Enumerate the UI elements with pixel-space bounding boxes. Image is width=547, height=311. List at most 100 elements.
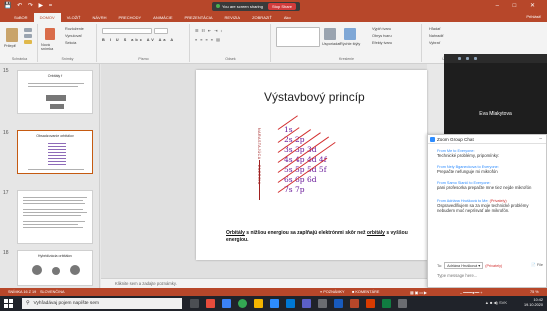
tab-review[interactable]: REVIZIA	[219, 13, 247, 22]
slide-thumbnail[interactable]	[17, 190, 93, 244]
slide-title[interactable]: Výstavbový princíp	[264, 90, 365, 104]
slides-group: Nová snímka Rozloženie Vynulovať Sekcia …	[39, 24, 97, 62]
font-format-buttons[interactable]: B I U S abc AV Aa A	[102, 38, 175, 42]
chat-minimize-button[interactable]: –	[539, 136, 542, 142]
chat-message: From Samo Slanič to Everyone: pani profe…	[437, 181, 545, 190]
list-buttons[interactable]: ☰ ☷ ⇤ ⇥ ↕	[195, 28, 223, 33]
system-tray-icons[interactable]: ▲ ■ ◀) SVK	[485, 300, 507, 305]
quick-access-toolbar[interactable]: 💾 ↶ ↷ ▶ =	[4, 2, 54, 9]
new-slide-button[interactable]: Nová snímka	[41, 43, 61, 52]
app-icon[interactable]	[366, 299, 375, 308]
vertical-label-increasing: NARASTAJÚCA	[257, 128, 261, 160]
new-slide-icon[interactable]	[45, 28, 55, 40]
chat-message-input[interactable]	[437, 271, 537, 279]
notes-placeholder[interactable]: Kliknite sem a zadajte poznámky.	[115, 281, 177, 286]
file-button[interactable]: 📄 File	[531, 262, 543, 267]
slide-thumbnail[interactable]: Orbitály f	[17, 70, 93, 114]
reset-button[interactable]: Vynulovať	[65, 34, 82, 38]
slide-thumbnail-selected[interactable]: Obsadzovanie orbitálov	[17, 130, 93, 174]
notes-pane[interactable]: Kliknite sem a zadajte poznámky.	[101, 278, 427, 288]
thumbnail-figure	[48, 143, 66, 165]
teams-icon[interactable]	[302, 299, 311, 308]
tab-tell-me[interactable]: Ako	[278, 13, 297, 22]
shape-outline-button[interactable]: Obrys tvaru	[372, 34, 392, 38]
zoom-group-chat: Zoom Group Chat – From Me to Everyone: T…	[427, 134, 547, 288]
zoom-slider[interactable]: – ━━━━●━━ +	[460, 290, 482, 295]
shape-effects-button[interactable]: Efekty tvaru	[372, 41, 392, 45]
layout-button[interactable]: Rozloženie	[65, 27, 84, 31]
task-view-icon[interactable]	[190, 299, 199, 308]
chrome-icon[interactable]	[238, 299, 247, 308]
slide-number: 17	[3, 190, 9, 196]
file-explorer-icon[interactable]	[254, 299, 263, 308]
stop-share-button[interactable]: Stop Share	[268, 3, 297, 10]
find-button[interactable]: Hľadať	[429, 27, 441, 31]
current-slide[interactable]: Výstavbový princíp NARASTAJÚCA ENERGIA 1…	[196, 70, 427, 260]
format-painter-icon[interactable]	[24, 40, 32, 44]
edge-icon[interactable]	[222, 299, 231, 308]
view-icon[interactable]	[466, 57, 469, 60]
shape-fill-button[interactable]: Výplň tvaru	[372, 27, 391, 31]
thumbnail-title: Orbitály f	[47, 74, 63, 78]
thumbnail-text-line	[23, 197, 87, 198]
taskbar-search[interactable]: ⚲ Vyhľadávaj pojem napíšte sem	[22, 298, 182, 309]
zoom-video-panel[interactable]: Eva Mlakytova	[444, 54, 547, 134]
tab-design[interactable]: NÁVRH	[86, 13, 112, 22]
paragraph-group-label: Odsek	[225, 57, 236, 61]
section-button[interactable]: Sekcia	[65, 41, 76, 45]
windows-start-icon[interactable]	[4, 299, 13, 308]
app-icon[interactable]	[398, 299, 407, 308]
message-text: Ospravedlňujem sa za moje technické prob…	[437, 203, 529, 214]
slide-number: 16	[3, 130, 9, 136]
word-icon[interactable]	[334, 299, 343, 308]
slide-thumbnail[interactable]: Hybridizácia orbitálov	[17, 250, 93, 286]
select-button[interactable]: Vybrať	[429, 41, 440, 45]
paste-icon[interactable]	[6, 28, 18, 42]
view-icon[interactable]	[474, 57, 477, 60]
cut-icon[interactable]	[24, 28, 32, 32]
message-text: Prepačte nefunguje mi mikrofón	[437, 169, 498, 174]
font-size-select[interactable]	[154, 28, 168, 34]
view-icon[interactable]	[458, 57, 461, 60]
ribbon-tabs: SúBOR DOMOV VLOŽiŤ NÁVRH PRECHODY ANIMÁC…	[0, 12, 547, 22]
quick-styles-icon[interactable]	[344, 28, 356, 40]
window-controls[interactable]: – □ ✕	[496, 2, 541, 9]
comments-toggle-button[interactable]: ■ KOMENTÁRE	[352, 290, 379, 294]
thumbnail-figure	[50, 104, 64, 109]
language-indicator[interactable]: SLOVENČINA	[40, 290, 64, 294]
align-buttons[interactable]: ≡ ≡ ≡ ≡ ▤	[195, 37, 221, 42]
sign-in-link[interactable]: Prihlásiť	[526, 14, 541, 19]
tab-slideshow[interactable]: PREZENTÁCIA	[179, 13, 219, 22]
powerpoint-icon[interactable]	[350, 299, 359, 308]
store-icon[interactable]	[286, 299, 295, 308]
slide-body-text[interactable]: Orbitály s nižšou energiou sa zaplňajú e…	[226, 230, 426, 243]
underlined-word: Orbitály	[226, 230, 245, 236]
tab-insert[interactable]: VLOŽiŤ	[61, 13, 87, 22]
excel-icon[interactable]	[382, 299, 391, 308]
notes-toggle-button[interactable]: ≡ POZNÁMKY	[320, 290, 345, 294]
thumbnail-text-line	[23, 200, 83, 201]
app-icon[interactable]	[206, 299, 215, 308]
thumbnail-text-line	[23, 212, 87, 213]
tab-view[interactable]: ZOBRAZIŤ	[246, 13, 278, 22]
quick-styles-button[interactable]: Rýchle štýly	[340, 42, 360, 46]
tab-transitions[interactable]: PRECHODY	[112, 13, 147, 22]
zoom-level[interactable]: 75 %	[530, 290, 539, 294]
tab-home[interactable]: DOMOV	[33, 13, 61, 22]
tab-animations[interactable]: ANIMÁCIE	[147, 13, 178, 22]
recipient-select[interactable]: Adriána Hrušková ▾	[444, 262, 484, 269]
replace-button[interactable]: Nahradiť	[429, 34, 444, 38]
font-family-select[interactable]	[102, 28, 152, 34]
zoom-app-icon[interactable]	[270, 299, 279, 308]
clock[interactable]: 10:42 19.10.2020	[524, 298, 543, 308]
arrange-button[interactable]: Usporiadať	[322, 42, 341, 46]
arrange-icon[interactable]	[324, 28, 336, 40]
copy-icon[interactable]	[24, 34, 32, 38]
chat-message: From Me to Everyone: Technické problémy,…	[437, 149, 545, 158]
paste-button[interactable]: Prilepiť	[4, 44, 16, 48]
shapes-gallery[interactable]	[276, 27, 320, 47]
view-buttons[interactable]: ▦ ▣ ▭ ▶	[410, 290, 427, 295]
slide-thumbnail-panel[interactable]: 15 Orbitály f 16 Obsadzovanie orbitálov …	[0, 64, 100, 288]
tab-file[interactable]: SúBOR	[8, 13, 34, 22]
app-icon[interactable]	[318, 299, 327, 308]
